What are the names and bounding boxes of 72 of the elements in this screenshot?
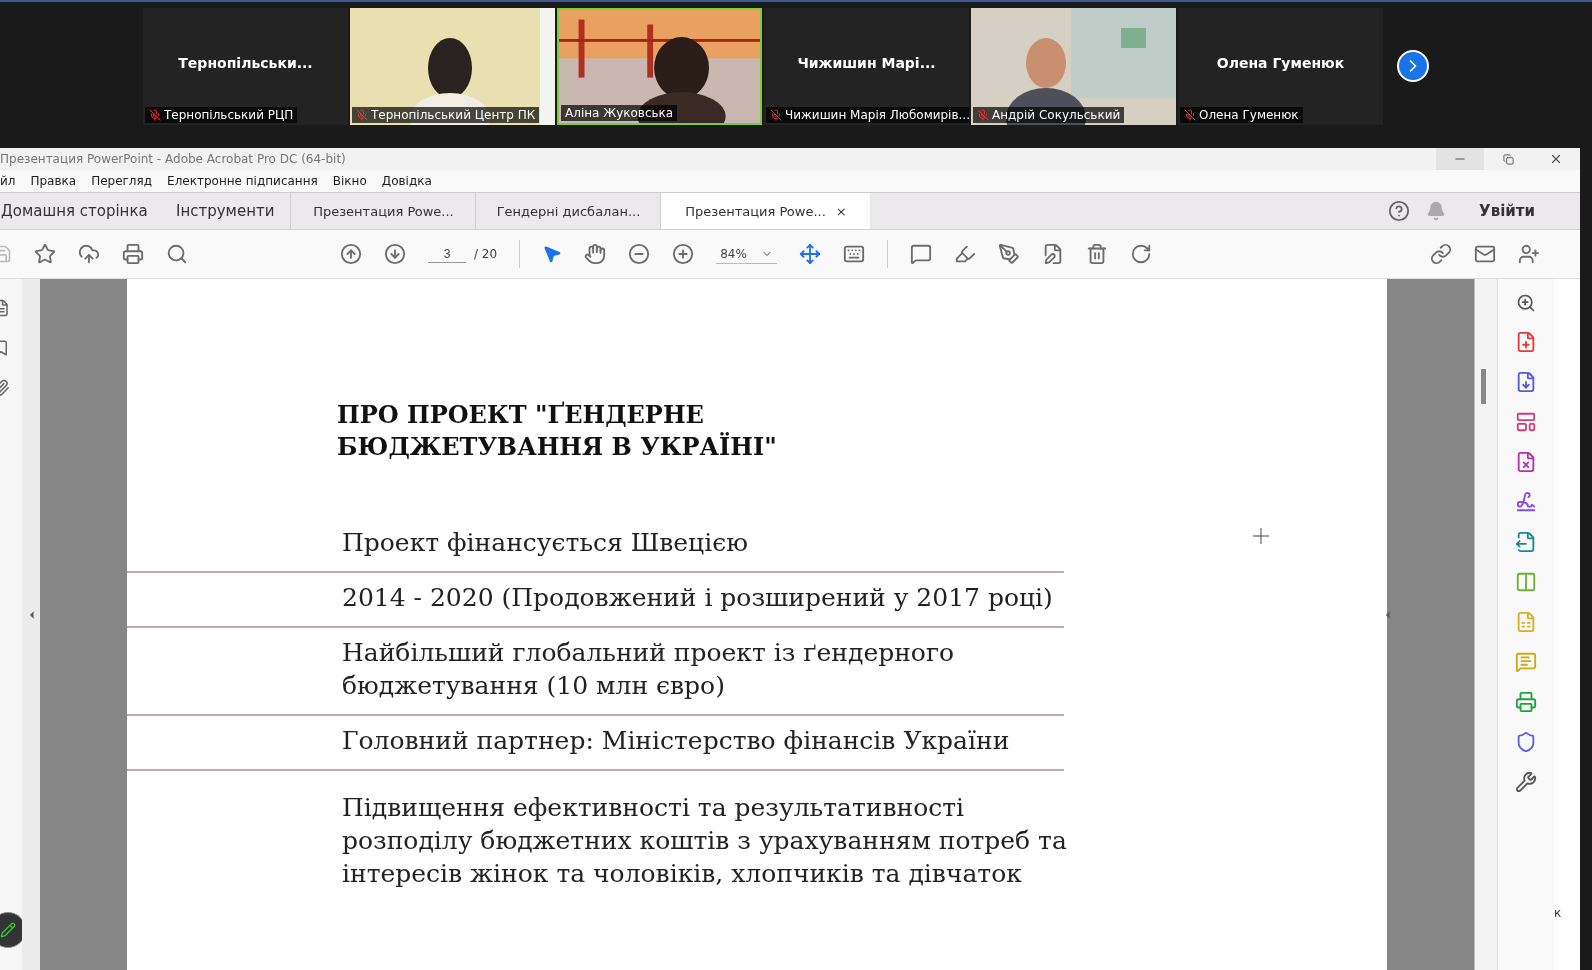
file-plus-icon[interactable] [1515, 331, 1537, 353]
slide-text: Проект фінансується Швецією [342, 527, 749, 559]
slide-title: ПРО ПРОЕКТ "ҐЕНДЕРНЕ БЮДЖЕТУВАННЯ В УКРАЇНІ" [337, 399, 778, 463]
menu-item[interactable]: Довідка [381, 174, 432, 188]
participant-label: Чижишин Марія Любомирів... [766, 107, 969, 123]
comment-icon[interactable] [909, 243, 932, 265]
slide-text: Головний партнер: Міністерство фінансів України [342, 725, 1011, 757]
zoom-icon[interactable] [1516, 293, 1536, 313]
participant-tile[interactable]: Олена Гуменюк Олена Гуменюк [1178, 8, 1383, 125]
menu-item[interactable]: Електронне підписання [167, 174, 318, 188]
printer-icon[interactable] [122, 243, 144, 265]
nav-tab[interactable]: Інструменти [160, 193, 291, 229]
participant-name: Олена Гуменюк [1216, 54, 1345, 71]
edge-text: к [1554, 906, 1562, 920]
shield-icon[interactable] [1515, 731, 1537, 753]
zoom-in-icon[interactable] [672, 243, 695, 265]
trash-icon[interactable] [1085, 243, 1108, 265]
mail-icon[interactable] [1474, 243, 1496, 265]
participant-label: Тернопільський РЦП [145, 107, 298, 123]
slide-text: 2014 - 2020 (Продовжений і розширений у 2017 році) [342, 582, 1054, 614]
next-page-icon[interactable] [384, 243, 406, 265]
participant-tile[interactable]: Андрій Сокульський [971, 8, 1176, 125]
file-form-icon[interactable] [1515, 451, 1537, 473]
window-title: Презентация PowerPoint - Adobe Acrobat Pro DC (64-bit) [0, 152, 347, 166]
restore-icon [1502, 153, 1514, 165]
file-export-icon[interactable] [1515, 531, 1537, 553]
participant-label: Андрій Сокульський [973, 107, 1125, 123]
file-download-icon[interactable] [1515, 371, 1537, 393]
menu-item[interactable]: Перегляд [91, 174, 153, 188]
next-page-button[interactable] [1397, 50, 1429, 82]
participant-label: Тернопільський Центр ПК [352, 107, 540, 123]
menu-item[interactable]: Вікно [332, 174, 367, 188]
link-icon[interactable] [1430, 243, 1452, 265]
cloud-upload-icon[interactable] [78, 243, 100, 265]
sign-in-button[interactable]: Увійти [1454, 193, 1580, 229]
zoom-level-field[interactable]: 84% [716, 244, 777, 264]
participant-tile[interactable]: Тернопільськи... Тернопільський РЦП [143, 8, 348, 125]
hand-icon[interactable] [584, 243, 607, 265]
rotate-icon[interactable] [1129, 243, 1152, 265]
signature-icon[interactable] [1515, 491, 1537, 513]
pen-icon[interactable] [997, 243, 1020, 265]
tab-close-button[interactable]: × [835, 203, 847, 219]
participant-name: Тернопільськи... [178, 54, 313, 71]
previous-page-icon[interactable] [340, 243, 362, 265]
fit-page-icon[interactable] [798, 243, 821, 265]
scrollbar-thumb[interactable] [1481, 369, 1486, 404]
search-icon[interactable] [166, 243, 188, 265]
document-tab[interactable]: Презентация Powe... × [660, 193, 871, 229]
page-count: / 20 [474, 247, 498, 261]
close-icon [1549, 152, 1563, 166]
page-number-field[interactable]: 3 [428, 245, 466, 263]
star-icon[interactable] [34, 243, 56, 265]
keyboard-icon[interactable] [842, 243, 865, 265]
menu-item[interactable]: йл [0, 174, 16, 188]
nav-tab[interactable]: Домашня сторінка [0, 193, 160, 229]
select-cursor-icon[interactable] [542, 244, 563, 264]
menu-item[interactable]: Правка [30, 174, 77, 188]
highlighter-icon[interactable] [953, 243, 976, 265]
slide-text: Найбільший глобальний проект із ґендерного бюджетування (10 млн євро) [342, 637, 956, 702]
zoom-out-icon[interactable] [628, 243, 651, 265]
pencil-icon [0, 922, 16, 938]
wrench-icon[interactable] [1515, 771, 1537, 793]
participant-label: Олена Гуменюк [1180, 107, 1303, 123]
printer-icon[interactable] [1515, 691, 1537, 713]
add-user-icon[interactable] [1518, 243, 1540, 265]
participant-label: Аліна Жуковська [561, 105, 678, 121]
participant-tile[interactable]: Чижишин Марі... Чижишин Марія Любомирів... [764, 8, 969, 125]
participant-name: Чижишин Марі... [797, 54, 936, 71]
layout-icon[interactable] [1515, 411, 1537, 433]
participant-tile[interactable]: Тернопільський Центр ПК [350, 8, 555, 125]
participant-tile[interactable]: Аліна Жуковська [557, 8, 762, 125]
crosshair-icon [1252, 527, 1270, 545]
